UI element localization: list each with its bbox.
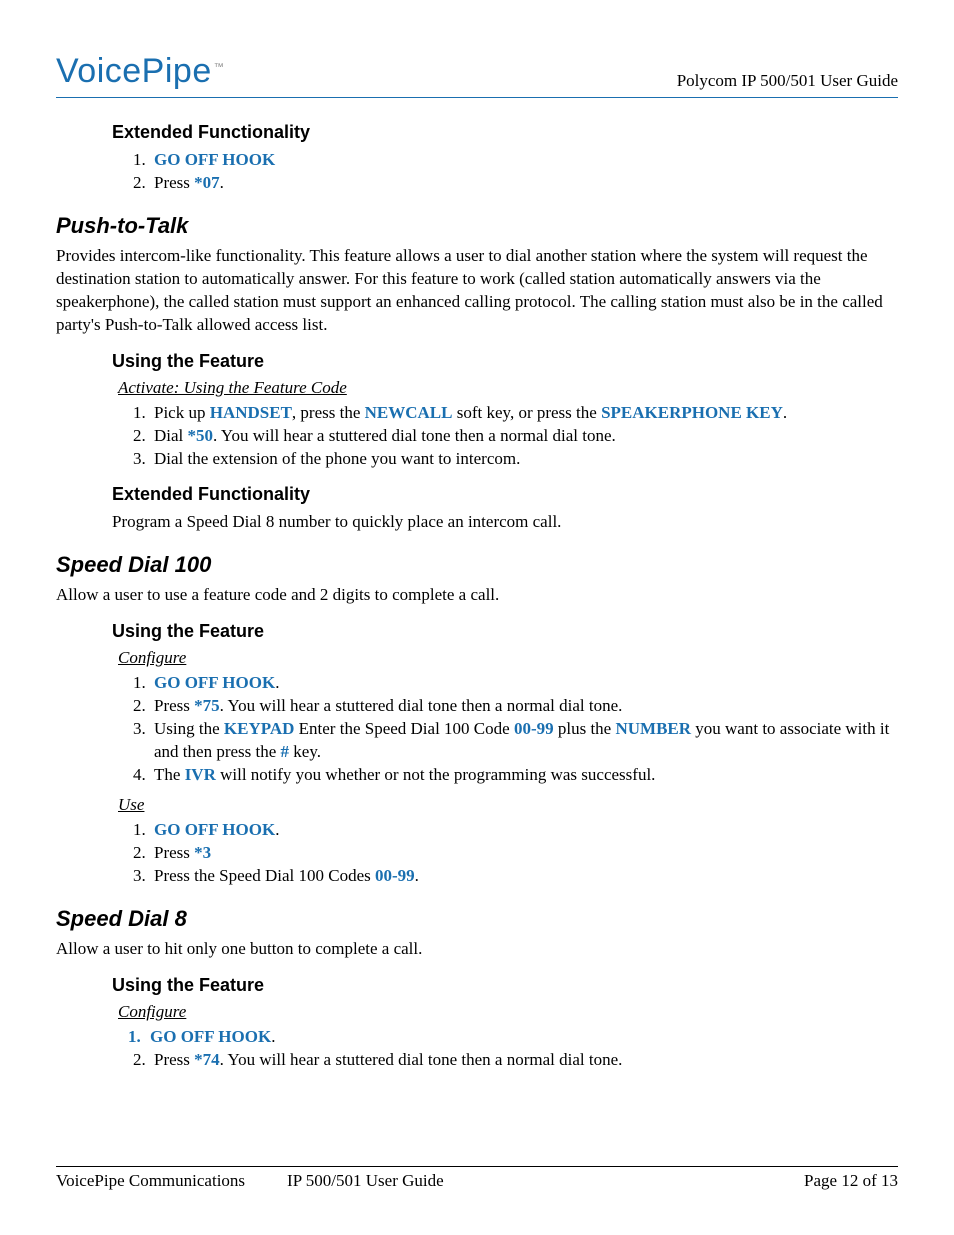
emph-handset: HANDSET (210, 403, 292, 422)
ptt-ext-body: Program a Speed Dial 8 number to quickly… (112, 511, 898, 534)
list-item: Dial the extension of the phone you want… (150, 448, 898, 471)
subheading-activate: Activate: Using the Feature Code (118, 378, 898, 398)
emph-ivr: IVR (185, 765, 216, 784)
emph-star07: *07 (194, 173, 220, 192)
emph-newcall: NEWCALL (365, 403, 453, 422)
emph-speakerphone-key: SPEAKERPHONE KEY (601, 403, 783, 422)
emph-star75: *75 (194, 696, 220, 715)
page-header: VoicePipe™ Polycom IP 500/501 User Guide (56, 52, 898, 98)
heading-push-to-talk: Push-to-Talk (56, 213, 898, 239)
footer-guide-title: IP 500/501 User Guide (287, 1171, 804, 1191)
emph-go-off-hook: GO OFF HOOK (154, 820, 275, 839)
list-item: GO OFF HOOK. (150, 672, 898, 695)
heading-using-feature-ptt: Using the Feature (112, 351, 898, 372)
list-item: Press *75. You will hear a stuttered dia… (150, 695, 898, 718)
list-item: Press *74. You will hear a stuttered dia… (150, 1049, 898, 1072)
emph-go-off-hook: GO OFF HOOK (154, 673, 275, 692)
heading-extended-functionality-2: Extended Functionality (112, 484, 898, 505)
list-item: Press *3 (150, 842, 898, 865)
logo-text: VoicePipe (56, 52, 212, 90)
sd100-intro: Allow a user to use a feature code and 2… (56, 584, 898, 607)
heading-speed-dial-8: Speed Dial 8 (56, 906, 898, 932)
list-ptt-activate: Pick up HANDSET, press the NEWCALL soft … (118, 402, 898, 471)
list-item: Using the KEYPAD Enter the Speed Dial 10… (150, 718, 898, 764)
list-item: Dial *50. You will hear a stuttered dial… (150, 425, 898, 448)
list-sd8-configure-cont: Press *74. You will hear a stuttered dia… (118, 1049, 898, 1072)
ptt-intro: Provides intercom-like functionality. Th… (56, 245, 898, 337)
subheading-use-sd100: Use (118, 795, 898, 815)
emph-star50: *50 (188, 426, 214, 445)
subheading-configure-sd100: Configure (118, 648, 898, 668)
emph-go-off-hook: GO OFF HOOK (150, 1027, 271, 1046)
footer-company: VoicePipe Communications (56, 1171, 245, 1191)
subheading-configure-sd8: Configure (118, 1002, 898, 1022)
list-ext1: GO OFF HOOK Press *07. (118, 149, 898, 195)
emph-keypad: KEYPAD (224, 719, 295, 738)
emph-star74: *74 (194, 1050, 220, 1069)
sd8-intro: Allow a user to hit only one button to c… (56, 938, 898, 961)
page-footer: VoicePipe Communications IP 500/501 User… (56, 1166, 898, 1191)
list-item: The IVR will notify you whether or not t… (150, 764, 898, 787)
heading-using-feature-sd8: Using the Feature (112, 975, 898, 996)
trademark-icon: ™ (214, 62, 225, 73)
list-sd8-configure: GO OFF HOOK. (118, 1026, 898, 1049)
emph-hash: # (281, 742, 290, 761)
emph-00-99: 00-99 (375, 866, 415, 885)
list-sd100-configure: GO OFF HOOK. Press *75. You will hear a … (118, 672, 898, 787)
list-item: GO OFF HOOK. (150, 819, 898, 842)
emph-star3: *3 (194, 843, 211, 862)
list-item: Press *07. (150, 172, 898, 195)
footer-page-number: Page 12 of 13 (804, 1171, 898, 1191)
list-item: GO OFF HOOK (150, 149, 898, 172)
logo: VoicePipe™ (56, 52, 224, 91)
emph-00-99: 00-99 (514, 719, 554, 738)
list-item: GO OFF HOOK. (150, 1026, 898, 1049)
list-item: Press the Speed Dial 100 Codes 00-99. (150, 865, 898, 888)
emph-go-off-hook: GO OFF HOOK (154, 150, 275, 169)
heading-using-feature-sd100: Using the Feature (112, 621, 898, 642)
emph-number: NUMBER (615, 719, 691, 738)
list-sd100-use: GO OFF HOOK. Press *3 Press the Speed Di… (118, 819, 898, 888)
header-guide-title: Polycom IP 500/501 User Guide (677, 71, 898, 91)
heading-extended-functionality-1: Extended Functionality (112, 122, 898, 143)
heading-speed-dial-100: Speed Dial 100 (56, 552, 898, 578)
list-item: Pick up HANDSET, press the NEWCALL soft … (150, 402, 898, 425)
